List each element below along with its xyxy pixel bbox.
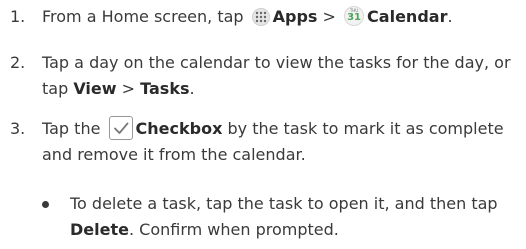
- apps-label: Apps: [272, 7, 318, 26]
- view-label: View: [73, 79, 117, 98]
- step-number: 3.: [10, 119, 26, 138]
- calendar-icon-number: 31: [347, 12, 361, 23]
- bullet-text: To delete a task, tap the task to open i…: [70, 191, 520, 243]
- calendar-icon: THU 31: [344, 6, 365, 26]
- tasks-label: Tasks: [140, 79, 190, 98]
- instructions-document: 1. From a Home screen, tap Apps > THU 31…: [0, 0, 526, 249]
- apps-grid-icon: [251, 8, 270, 26]
- step-number: 2.: [10, 53, 26, 72]
- checkbox-label: Checkbox: [135, 119, 223, 138]
- step-suffix: .: [189, 79, 195, 98]
- step-text: Tap a day on the calendar to view the ta…: [42, 50, 520, 102]
- separator: >: [322, 7, 336, 26]
- separator: >: [121, 79, 136, 98]
- step-text: Tap the Checkbox by the task to mark it …: [42, 116, 520, 168]
- checkbox-icon: [108, 116, 133, 140]
- step-prefix: From a Home screen, tap: [42, 7, 244, 26]
- delete-label: Delete: [70, 220, 129, 239]
- step-number: 1.: [10, 7, 26, 26]
- step-prefix: Tap the: [42, 119, 101, 138]
- bullet-suffix: . Confirm when prompted.: [128, 220, 339, 239]
- bullet-prefix: To delete a task, tap the task to open i…: [70, 194, 498, 213]
- step-suffix: .: [447, 7, 453, 26]
- bullet-dot-icon: [42, 201, 49, 208]
- calendar-label: Calendar: [367, 7, 448, 26]
- step-text: From a Home screen, tap Apps > THU 31 Ca…: [42, 4, 520, 30]
